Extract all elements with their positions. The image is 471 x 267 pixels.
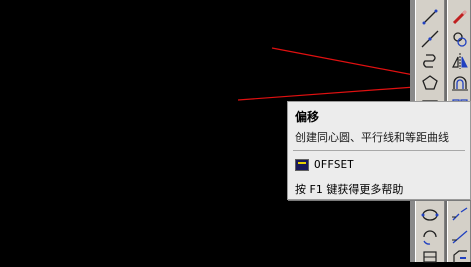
offset-icon[interactable] [449,72,470,93]
arc-icon[interactable] [418,226,442,247]
command-tooltip: 偏移 创建同心圆、平行线和等距曲线 OFFSET 按 F1 键获得更多帮助 [287,101,471,200]
join-icon[interactable] [449,226,470,247]
polygon-icon[interactable] [418,72,442,93]
erase-icon[interactable] [449,6,470,27]
copy-icon[interactable] [449,28,470,49]
tooltip-help-hint: 按 F1 键获得更多帮助 [295,183,404,196]
construction-line-icon[interactable] [418,28,442,49]
mirror-icon[interactable] [449,50,470,71]
tooltip-divider [293,150,465,151]
chamfer-icon[interactable] [449,246,470,267]
command-line-icon [295,159,309,171]
tooltip-title: 偏移 [295,110,320,124]
tooltip-command-name: OFFSET [314,158,354,171]
revision-cloud-icon[interactable] [418,204,442,225]
tooltip-description: 创建同心圆、平行线和等距曲线 [295,131,449,144]
circle-icon[interactable] [418,246,442,267]
polyline-icon[interactable] [418,50,442,71]
line-icon[interactable] [418,6,442,27]
break-icon[interactable] [449,204,470,225]
